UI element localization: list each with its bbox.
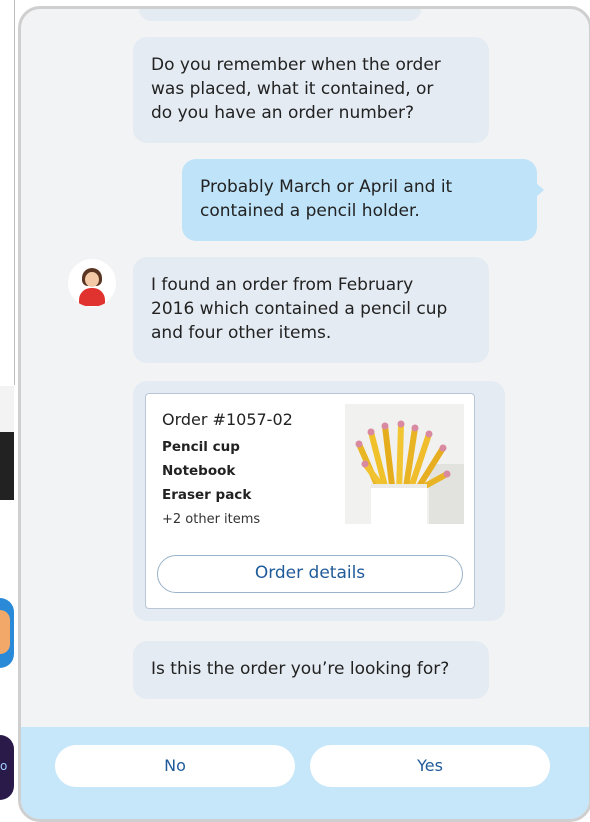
background-panel (0, 675, 14, 730)
order-item: Notebook (162, 463, 236, 479)
order-more-items: +2 other items (162, 512, 261, 527)
quick-reply-bar: No Yes (21, 727, 589, 819)
chat-window: Do you remember when the order was place… (18, 6, 590, 822)
message-line: was placed, what it contained, or (151, 79, 434, 99)
order-number: Order #1057-02 (162, 410, 293, 429)
message-line: and four other items. (151, 323, 332, 343)
background-panel (0, 0, 15, 385)
bot-message-confirm: Is this the order you’re looking for? (133, 641, 489, 699)
order-card: Order #1057-02 Pencil cup Notebook Erase… (145, 393, 475, 609)
background-panel (0, 500, 14, 580)
order-item: Eraser pack (162, 487, 252, 503)
message-line: contained a pencil holder. (200, 201, 420, 221)
order-card-bubble: Order #1057-02 Pencil cup Notebook Erase… (133, 381, 505, 621)
message-line: Is this the order you’re looking for? (151, 659, 450, 679)
background-avatar (0, 598, 14, 668)
message-line: do you have an order number? (151, 103, 415, 123)
no-button[interactable]: No (55, 745, 295, 787)
bot-avatar-icon (68, 259, 116, 307)
background-panel (0, 386, 14, 432)
pencil-cup-image (345, 404, 464, 524)
message-line: I found an order from February (151, 275, 414, 295)
user-message: Probably March or April and it contained… (182, 159, 544, 241)
order-item: Pencil cup (162, 439, 240, 455)
bot-message-order-question: Do you remember when the order was place… (133, 37, 489, 143)
background-panel (0, 432, 14, 500)
message-line: Probably March or April and it (200, 177, 453, 197)
background-app-icon: o (0, 735, 14, 800)
bot-message-order-found: I found an order from February 2016 whic… (133, 257, 489, 363)
previous-bot-bubble (139, 9, 421, 21)
message-line: Do you remember when the order (151, 55, 441, 75)
message-line: 2016 which contained a pencil cup (151, 299, 448, 319)
order-details-button[interactable]: Order details (157, 555, 463, 593)
yes-button[interactable]: Yes (310, 745, 550, 787)
